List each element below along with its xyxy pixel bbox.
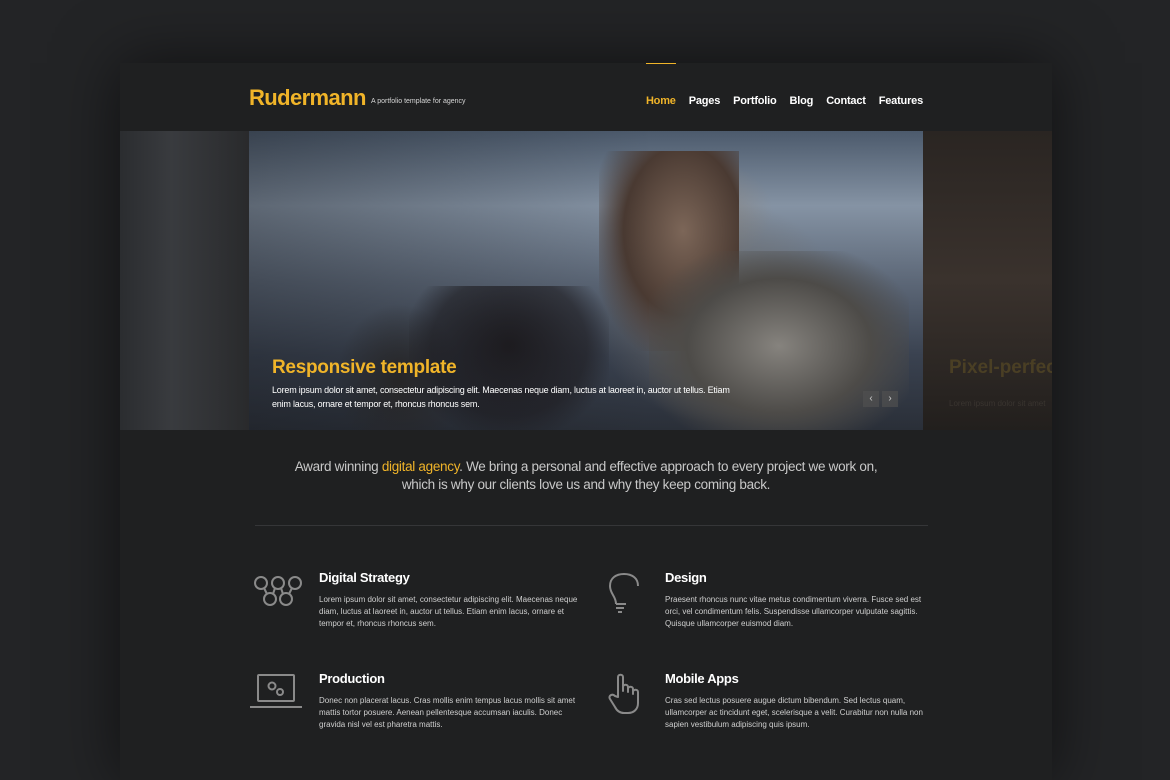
features-grid: Digital Strategy Lorem ipsum dolor sit a…: [120, 63, 1052, 780]
feature-title: Digital Strategy: [319, 570, 410, 585]
network-icon: [250, 570, 306, 614]
feature-text: Donec non placerat lacus. Cras mollis en…: [319, 696, 576, 729]
hand-pointer-icon: [596, 671, 652, 715]
feature-text: Praesent rhoncus nunc vitae metus condim…: [665, 595, 922, 628]
feature-text: Cras sed lectus posuere augue dictum bib…: [665, 696, 923, 729]
feature-title: Design: [665, 570, 707, 585]
page-frame: Rudermann A portfolio template for agenc…: [120, 63, 1052, 780]
lightbulb-icon: [596, 570, 652, 614]
feature-title: Production: [319, 671, 385, 686]
laptop-gears-icon: [250, 671, 306, 715]
feature-title: Mobile Apps: [665, 671, 739, 686]
feature-text: Lorem ipsum dolor sit amet, consectetur …: [319, 595, 578, 628]
